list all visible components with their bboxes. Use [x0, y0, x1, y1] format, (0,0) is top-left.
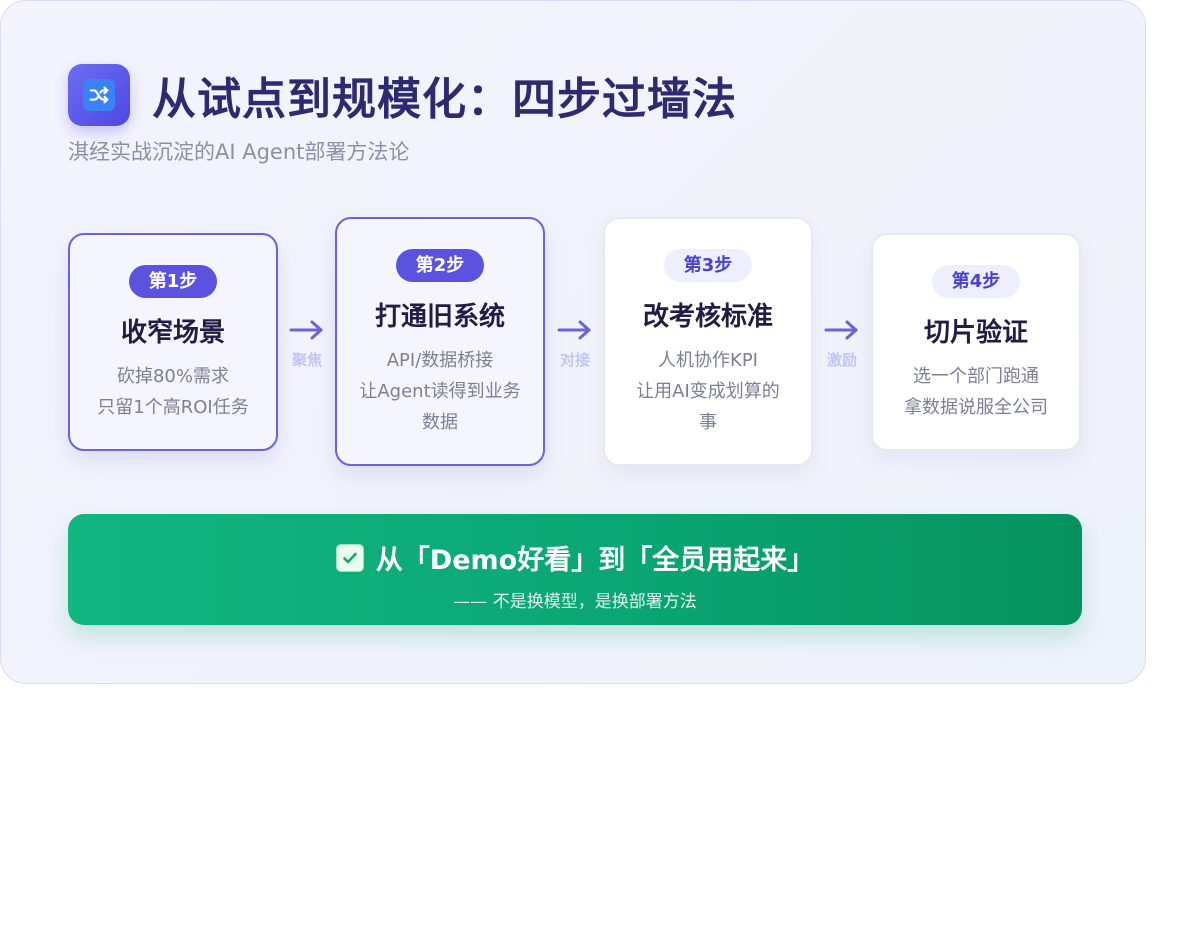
banner-subtitle: —— 不是换模型，是换部署方法 — [453, 592, 697, 612]
connector-3: 激励 — [820, 319, 864, 370]
header: 从试点到规模化：四步过墙法 — [68, 63, 737, 127]
connector-label: 对接 — [559, 351, 590, 369]
step-line: 只留1个高ROI任务 — [97, 397, 249, 418]
step-line: 数据 — [422, 412, 458, 433]
step-line: API/数据桥接 — [386, 350, 494, 371]
step-line: 让用AI变成划算的 — [636, 381, 780, 402]
connector-2: 对接 — [553, 319, 597, 370]
logo — [68, 64, 130, 126]
step-title: 改考核标准 — [642, 302, 773, 332]
summary-banner: 从「Demo好看」到「全员用起来」 —— 不是换模型，是换部署方法 — [68, 514, 1082, 625]
step-line: 拿数据说服全公司 — [904, 397, 1048, 418]
step-card-2: 第2步 打通旧系统 API/数据桥接 让Agent读得到业务 数据 — [335, 217, 545, 466]
step-description: 选一个部门跑通 拿数据说服全公司 — [873, 361, 1079, 423]
arrow-right-icon — [289, 320, 323, 340]
step-badge: 第4步 — [931, 265, 1021, 298]
step-card-4: 第4步 切片验证 选一个部门跑通 拿数据说服全公司 — [871, 233, 1081, 451]
step-badge: 第1步 — [128, 265, 218, 298]
check-icon — [335, 543, 364, 572]
step-title: 切片验证 — [923, 318, 1028, 348]
step-line: 人机协作KPI — [658, 350, 758, 371]
step-badge: 第3步 — [663, 249, 753, 282]
step-card-1: 第1步 收窄场景 砍掉80%需求 只留1个高ROI任务 — [68, 233, 278, 451]
connector-label: 激励 — [826, 351, 857, 369]
main-card: 从试点到规模化：四步过墙法 淇经实战沉淀的AI Agent部署方法论 第1步 收… — [0, 0, 1146, 684]
step-title: 打通旧系统 — [374, 302, 505, 332]
page-title: 从试点到规模化：四步过墙法 — [152, 74, 737, 125]
connector-label: 聚焦 — [291, 351, 322, 369]
step-description: 人机协作KPI 让用AI变成划算的 事 — [605, 345, 811, 438]
page-subtitle: 淇经实战沉淀的AI Agent部署方法论 — [68, 140, 410, 164]
banner-title: 从「Demo好看」到「全员用起来」 — [375, 545, 815, 576]
connector-1: 聚焦 — [285, 319, 329, 370]
step-line: 砍掉80%需求 — [116, 366, 229, 387]
step-line: 让Agent读得到业务 — [359, 381, 521, 402]
step-badge: 第2步 — [395, 249, 485, 282]
banner-main: 从「Demo好看」到「全员用起来」 — [68, 538, 1082, 577]
step-line: 选一个部门跑通 — [913, 366, 1039, 387]
step-line: 事 — [699, 412, 717, 433]
shuffle-icon — [83, 79, 115, 111]
arrow-right-icon — [824, 320, 858, 340]
step-title: 收窄场景 — [120, 318, 225, 348]
step-description: 砍掉80%需求 只留1个高ROI任务 — [70, 361, 276, 423]
arrow-right-icon — [557, 320, 591, 340]
step-card-3: 第3步 改考核标准 人机协作KPI 让用AI变成划算的 事 — [603, 217, 813, 466]
step-description: API/数据桥接 让Agent读得到业务 数据 — [337, 345, 543, 438]
